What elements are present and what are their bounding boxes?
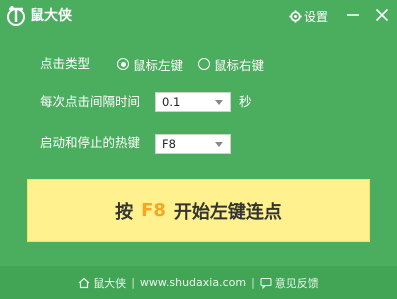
footer-separator: | <box>131 276 135 289</box>
radio-dot <box>120 61 126 67</box>
footer-url: www.shudaxia.com <box>139 276 247 289</box>
radio-unchecked-icon <box>198 58 210 70</box>
app-title: 鼠大侠 <box>30 8 72 24</box>
interval-value: 0.1 <box>162 95 181 109</box>
footer-separator: | <box>251 276 255 289</box>
hotkey-value: F8 <box>162 137 176 151</box>
feedback-icon <box>260 277 272 289</box>
footer-brand: 鼠大侠 <box>93 276 127 290</box>
app-logo-icon <box>7 5 25 26</box>
close-icon[interactable] <box>373 6 391 24</box>
feedback-label: 意见反馈 <box>274 276 319 290</box>
settings-label: 设置 <box>304 9 329 24</box>
house-icon <box>78 277 90 288</box>
start-button-prefix: 按 <box>115 201 134 223</box>
radio-left-button[interactable]: 鼠标左键 <box>117 55 183 73</box>
hotkey-label: 启动和停止的热键 <box>40 135 141 150</box>
footer-brand-link[interactable]: 鼠大侠 <box>78 275 126 291</box>
radio-right-label: 鼠标右键 <box>214 57 265 73</box>
footer-bar: 鼠大侠 | www.shudaxia.com | 意见反馈 <box>0 266 397 299</box>
start-button-text: 开始左键连点 <box>173 201 282 223</box>
interval-label: 每次点击间隔时间 <box>40 94 141 109</box>
interval-unit-label: 秒 <box>239 94 252 109</box>
gear-icon <box>289 9 302 23</box>
feedback-link[interactable]: 意见反馈 <box>260 275 319 291</box>
minimize-icon[interactable] <box>344 6 362 24</box>
start-button-hotkey: F8 <box>141 200 166 221</box>
interval-select[interactable]: 0.1 <box>155 92 231 112</box>
radio-right-button[interactable]: 鼠标右键 <box>198 55 264 73</box>
app-window: 鼠大侠 设置 点击类型 鼠标左键 鼠标右键 每次点击间隔时间 0.1 秒 启动和… <box>0 0 397 299</box>
title-bar[interactable]: 鼠大侠 设置 <box>0 0 397 32</box>
chevron-down-icon <box>215 142 223 147</box>
radio-left-label: 鼠标左键 <box>133 57 184 73</box>
hotkey-select[interactable]: F8 <box>155 134 231 154</box>
start-clicking-button[interactable]: 按 F8 开始左键连点 <box>27 179 370 242</box>
radio-checked-icon <box>117 58 129 70</box>
chevron-down-icon <box>215 100 223 105</box>
footer-website-link[interactable]: www.shudaxia.com <box>140 276 246 289</box>
settings-button[interactable]: 设置 <box>289 7 328 25</box>
click-type-label: 点击类型 <box>40 56 91 71</box>
